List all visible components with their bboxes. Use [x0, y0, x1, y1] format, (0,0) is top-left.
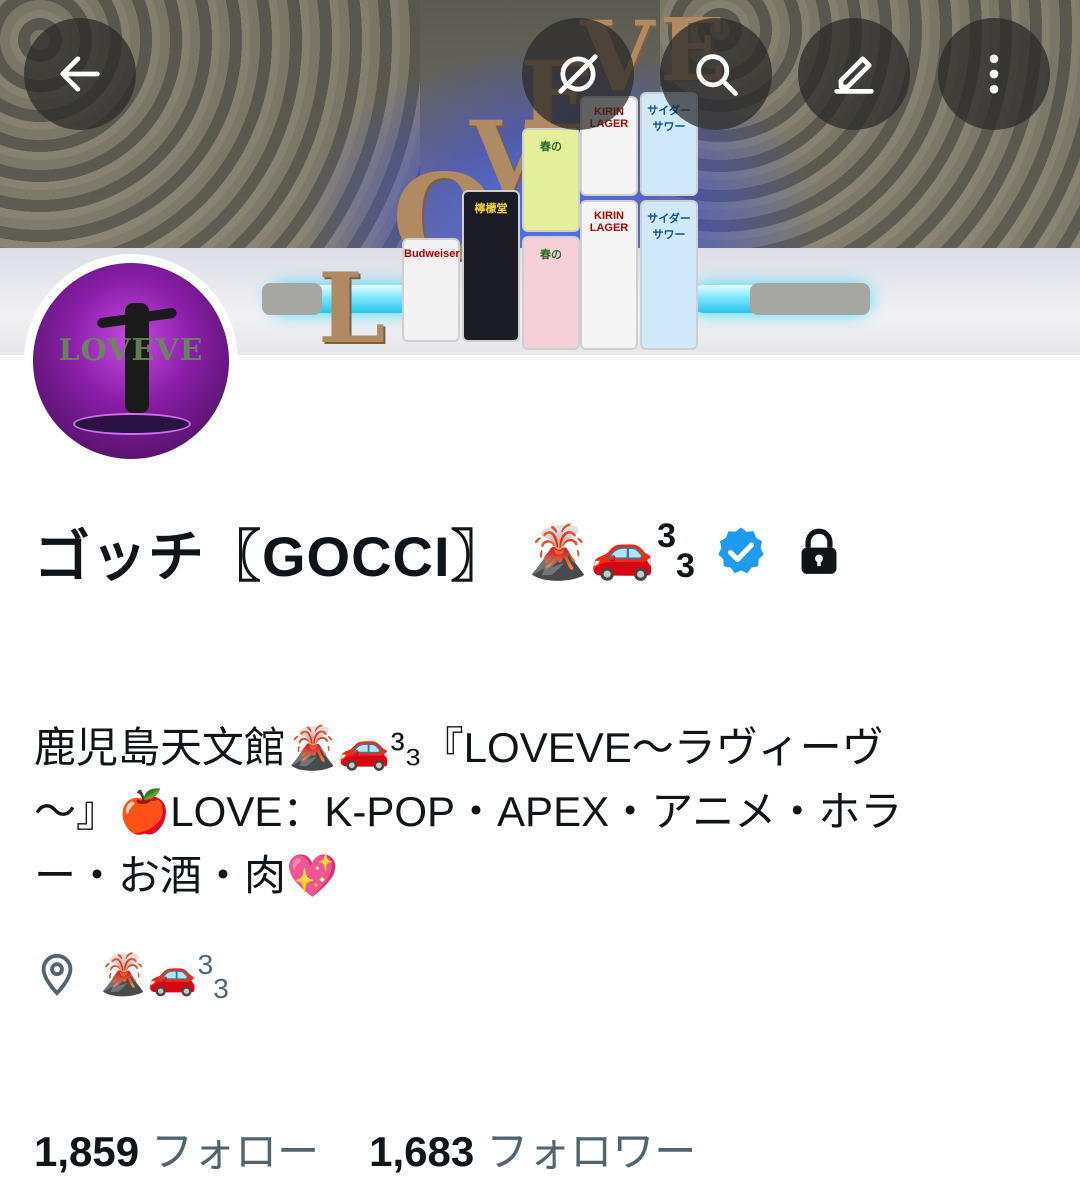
bio-line: 鹿児島天文館🌋🚗³₃『LOVEVE〜ラヴィーヴ [34, 724, 884, 771]
arrow-left-icon [60, 56, 100, 92]
profile-bio: 鹿児島天文館🌋🚗³₃『LOVEVE〜ラヴィーヴ 〜』🍎LOVE：K-POP・AP… [34, 716, 1034, 908]
more-vertical-icon [989, 54, 999, 94]
profile-name-row: ゴッチ〖GOCCI〗 🌋🚗 3 3 [34, 512, 841, 592]
banner-can: サイダーサワー [640, 200, 698, 350]
profile-avatar[interactable]: LOVEVE [24, 254, 238, 468]
more-button[interactable] [938, 18, 1050, 130]
back-button[interactable] [24, 18, 136, 130]
search-icon [696, 54, 738, 96]
location-subscript: 3 [213, 972, 229, 1004]
banner-letter: L [318, 252, 386, 355]
edit-button[interactable] [798, 18, 910, 130]
name-emoji: 🌋🚗 [525, 522, 656, 583]
hide-button[interactable] [522, 18, 634, 130]
bio-line: 〜』🍎LOVE：K-POP・APEX・アニメ・ホラ [34, 788, 903, 835]
pencil-icon [834, 56, 874, 94]
avatar-stage [73, 413, 191, 435]
eye-slash-icon [558, 54, 598, 94]
banner-can: 春の [522, 236, 580, 350]
location-pin-icon [41, 953, 73, 996]
location-emoji: 🌋🚗 [98, 952, 198, 997]
follow-stats: 1,859 フォロー 1,683 フォロワー [34, 1118, 696, 1178]
followers-label: フォロワー [486, 1128, 697, 1175]
banner-can: 檸檬堂 [462, 190, 520, 342]
banner-can: Budweiser [402, 238, 460, 342]
following-count: 1,859 [34, 1128, 140, 1175]
banner-can: 春の [522, 128, 580, 232]
following-link[interactable]: 1,859 フォロー [34, 1118, 319, 1179]
location-text: 🌋🚗33 [98, 948, 229, 1004]
location-superscript: 3 [197, 948, 214, 980]
avatar-image: LOVEVE [33, 263, 229, 459]
name-superscript: 3 [657, 516, 676, 555]
banner-tube-cap-left [262, 283, 322, 315]
search-button[interactable] [660, 18, 772, 130]
display-name: ゴッチ〖GOCCI〗 [34, 524, 508, 588]
followers-count: 1,683 [369, 1128, 475, 1175]
avatar-loveve-text: LOVEVE [58, 333, 204, 368]
banner-tube-cap-right [750, 283, 870, 315]
following-label: フォロー [151, 1128, 320, 1175]
name-subscript: 3 [675, 546, 695, 585]
bio-line: ー・お酒・肉💖 [34, 852, 339, 899]
lock-icon [801, 528, 837, 574]
followers-link[interactable]: 1,683 フォロワー [369, 1118, 696, 1179]
profile-location: 🌋🚗33 [34, 944, 229, 1004]
banner-can: KIRIN LAGER [580, 200, 638, 350]
verified-badge-icon[interactable] [713, 524, 769, 580]
